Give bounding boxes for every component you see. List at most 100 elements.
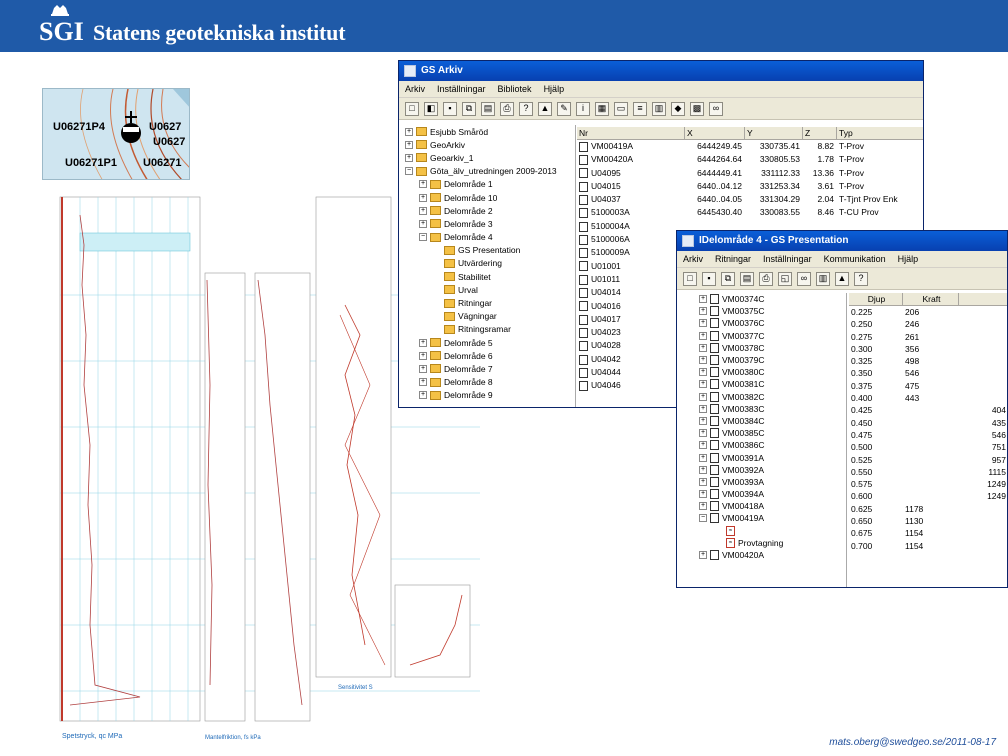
tree-item[interactable]: Urval [401, 283, 575, 296]
expand-icon[interactable]: + [699, 490, 707, 499]
expand-icon[interactable]: + [699, 441, 707, 450]
tree-item[interactable]: + Delområde 9 [401, 389, 575, 402]
menu-item[interactable]: Inställningar [437, 84, 486, 94]
expand-icon[interactable]: + [699, 392, 707, 401]
expand-icon[interactable]: + [419, 378, 427, 387]
folder-up-icon[interactable]: ▲ [538, 101, 552, 116]
expand-icon[interactable]: + [699, 477, 707, 486]
table-row[interactable]: 0.575 1249 [849, 478, 1007, 490]
collapse-icon[interactable]: − [405, 167, 413, 176]
tools-icon[interactable]: ✎ [557, 101, 571, 116]
tree-item[interactable]: GS Presentation [401, 244, 575, 257]
table-row[interactable]: 0.250 246 [849, 318, 1007, 330]
new-icon[interactable]: □ [405, 101, 419, 116]
tree-item[interactable]: + Geoarkiv_1 [401, 151, 575, 164]
expand-icon[interactable]: + [699, 465, 707, 474]
tree-item[interactable]: + VM00386C [695, 439, 846, 451]
tree-item[interactable]: Utvärdering [401, 257, 575, 270]
table-row[interactable]: VM00419A 6444249.45 330735.41 8.82 T-Prov [577, 140, 923, 153]
column-header[interactable]: Kraft [903, 293, 959, 305]
menu-item[interactable]: Inställningar [763, 254, 812, 264]
table-row[interactable]: 0.275 261 [849, 331, 1007, 343]
menu-item[interactable]: Arkiv [405, 84, 425, 94]
collapse-icon[interactable]: − [419, 233, 427, 242]
menu-item[interactable]: Ritningar [715, 254, 751, 264]
expand-icon[interactable]: + [699, 429, 707, 438]
table-row[interactable]: 0.300 356 [849, 343, 1007, 355]
table-row[interactable]: 0.400 443 [849, 392, 1007, 404]
table-row[interactable]: U04037 6440..04.05 331304.29 2.04 T-Tjnt Pro… [577, 193, 923, 206]
expand-icon[interactable]: + [405, 140, 413, 149]
column-header[interactable]: Y [745, 127, 803, 139]
preview-icon[interactable]: ◱ [778, 271, 792, 286]
expand-icon[interactable]: + [699, 502, 707, 511]
tree-item[interactable]: + Delområde 6 [401, 349, 575, 362]
tree-item[interactable]: − VM00419A [695, 512, 846, 524]
tree-item[interactable]: + VM00394A [695, 488, 846, 500]
menu-item[interactable]: Hjälp [544, 84, 565, 94]
tree-item[interactable]: + Delområde 8 [401, 376, 575, 389]
expand-icon[interactable]: + [405, 153, 413, 162]
expand-icon[interactable]: + [419, 338, 427, 347]
tree-item[interactable]: + VM00383C [695, 403, 846, 415]
table-row[interactable]: 0.500 751 [849, 441, 1007, 453]
table-row[interactable]: 0.700 1154 [849, 540, 1007, 552]
column-header[interactable]: Z [803, 127, 837, 139]
tree-item[interactable]: − Göta_älv_utredningen 2009-2013 [401, 165, 575, 178]
expand-icon[interactable]: + [699, 416, 707, 425]
arkiv-title-bar[interactable]: GS Arkiv [399, 61, 923, 81]
paste-icon[interactable]: ▤ [481, 101, 495, 116]
tree-item[interactable]: + VM00380C [695, 366, 846, 378]
tree-item[interactable]: + VM00378C [695, 342, 846, 354]
copy-icon[interactable]: ⧉ [462, 101, 476, 116]
tree-item[interactable]: + VM00393A [695, 476, 846, 488]
tree-item[interactable]: + Delområde 7 [401, 362, 575, 375]
save-icon[interactable]: ▪ [702, 271, 716, 286]
binoculars-icon[interactable]: ∞ [797, 271, 811, 286]
expand-icon[interactable]: + [699, 295, 707, 304]
expand-icon[interactable]: + [699, 453, 707, 462]
tree-item[interactable]: − Delområde 4 [401, 231, 575, 244]
layers-icon[interactable]: ≡ [633, 101, 647, 116]
tree-item[interactable]: + VM00377C [695, 330, 846, 342]
menu-item[interactable]: Arkiv [683, 254, 703, 264]
table-row[interactable]: 0.550 1115 [849, 466, 1007, 478]
table-row[interactable]: U04015 6440..04.12 331253.34 3.61 T-Prov [577, 180, 923, 193]
document-icon[interactable]: ▭ [614, 101, 628, 116]
tree-item[interactable]: + GeoArkiv [401, 138, 575, 151]
table-row[interactable]: 0.650 1130 [849, 515, 1007, 527]
tree-item[interactable]: + VM00374C [695, 293, 846, 305]
table-row[interactable]: 0.350 546 [849, 367, 1007, 379]
expand-icon[interactable]: + [699, 356, 707, 365]
tree-item[interactable]: + VM00420A [695, 549, 846, 561]
table-row[interactable]: 0.450 435 [849, 417, 1007, 429]
tree-item[interactable]: ≈ Provtagning [695, 537, 846, 549]
expand-icon[interactable]: + [419, 193, 427, 202]
table-row[interactable]: 0.675 1154 [849, 527, 1007, 539]
table-row[interactable]: U04095 6444449.41 331112.33 13.36 T-Prov [577, 167, 923, 180]
tree-item[interactable]: + Delområde 10 [401, 191, 575, 204]
binoculars-icon[interactable]: ∞ [709, 101, 723, 116]
tree-item[interactable]: + Esjubb Småröd [401, 125, 575, 138]
expand-icon[interactable]: + [699, 404, 707, 413]
presentation-title-bar[interactable]: IDelområde 4 - GS Presentation [677, 231, 1007, 251]
table-row[interactable]: 0.475 546 [849, 429, 1007, 441]
menu-item[interactable]: Kommunikation [824, 254, 886, 264]
tree-item[interactable]: ≈ [695, 525, 846, 537]
tree-item[interactable]: Ritningar [401, 296, 575, 309]
open-icon[interactable]: ◧ [424, 101, 438, 116]
tree-item[interactable]: + Delområde 5 [401, 336, 575, 349]
table-row[interactable]: 5100003A 6445430.40 330083.55 8.46 T-CU Prov [577, 206, 923, 219]
table-row[interactable]: VM00420A 6444264.64 330805.53 1.78 T-Prov [577, 153, 923, 166]
expand-icon[interactable]: + [419, 391, 427, 400]
collapse-icon[interactable]: − [699, 514, 707, 523]
column-header[interactable]: Nr [577, 127, 685, 139]
table-row[interactable]: 0.375 475 [849, 380, 1007, 392]
tree-item[interactable]: + VM00375C [695, 305, 846, 317]
tree-item[interactable]: + VM00382C [695, 391, 846, 403]
column-header[interactable]: X [685, 127, 745, 139]
tree-item[interactable]: Stabilitet [401, 270, 575, 283]
expand-icon[interactable]: + [699, 551, 707, 560]
expand-icon[interactable]: + [419, 351, 427, 360]
tree-item[interactable]: + Delområde 3 [401, 217, 575, 230]
